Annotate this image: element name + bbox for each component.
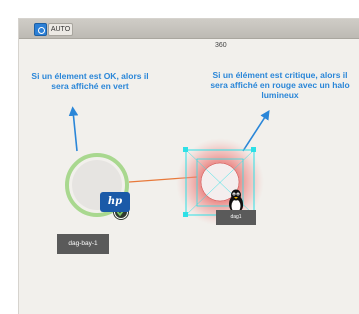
node-label-critical[interactable]: dag1 xyxy=(216,210,256,225)
annotation-ok: Si un élement est OK, alors il sera affi… xyxy=(31,71,149,91)
node-label-ok[interactable]: dag-bay-1 xyxy=(57,234,109,254)
annotation-critical: Si un élément est critique, alors il ser… xyxy=(210,70,350,100)
hp-logo-icon: hp xyxy=(100,192,130,212)
topology-graph xyxy=(65,138,264,226)
topology-canvas[interactable]: AUTO 360 hp dag-bay-1 dag1 Si un élement… xyxy=(18,18,359,314)
